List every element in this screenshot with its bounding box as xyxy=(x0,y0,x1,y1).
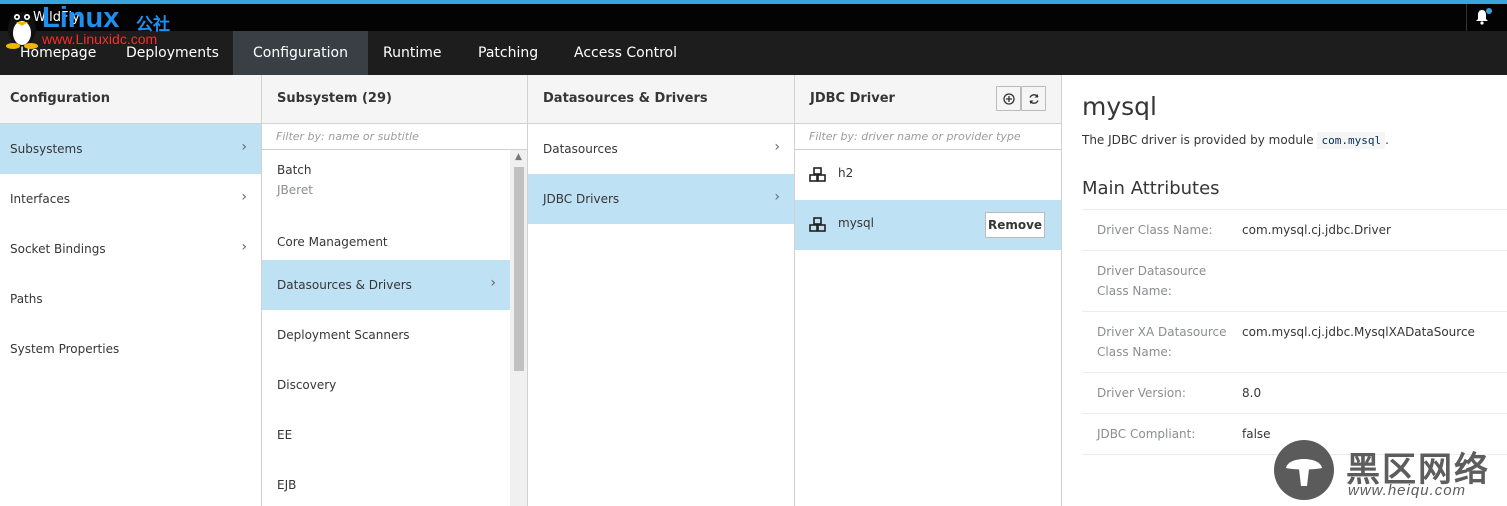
col2-item-discovery[interactable]: Discovery xyxy=(262,360,510,410)
col1-item-socket-bindings[interactable]: Socket Bindings › xyxy=(0,224,261,274)
tab-access-control[interactable]: Access Control xyxy=(554,31,697,75)
col4-item-h2[interactable]: h2 xyxy=(795,150,1061,200)
attribute-key: Driver Datasource Class Name: xyxy=(1097,264,1207,298)
attribute-key: Driver Class Name: xyxy=(1097,223,1213,237)
column-header: JDBC Driver xyxy=(795,75,1061,124)
details-title: mysql xyxy=(1082,92,1157,121)
col3-item-datasources[interactable]: Datasources › xyxy=(528,124,794,174)
col4-item-mysql[interactable]: mysql Remove xyxy=(795,200,1061,250)
description-suffix: . xyxy=(1385,133,1389,147)
item-label: Subsystems xyxy=(10,142,83,156)
refresh-button[interactable] xyxy=(1021,86,1046,111)
item-label: JDBC Drivers xyxy=(543,192,620,206)
attribute-value: com.mysql.cj.jdbc.MysqlXADataSource xyxy=(1242,325,1475,339)
attribute-value: com.mysql.cj.jdbc.Driver xyxy=(1242,223,1391,237)
attribute-row: Driver Class Name: com.mysql.cj.jdbc.Dri… xyxy=(1082,209,1507,250)
item-label: EJB xyxy=(277,478,297,492)
cubes-icon xyxy=(809,167,826,182)
tab-runtime[interactable]: Runtime xyxy=(363,31,461,75)
col3-item-jdbc-drivers[interactable]: JDBC Drivers › xyxy=(528,174,794,224)
col2-item-deployment-scanners[interactable]: Deployment Scanners xyxy=(262,310,510,360)
remove-button[interactable]: Remove xyxy=(985,212,1045,238)
item-label: Discovery xyxy=(277,378,337,392)
item-subtitle: JBeret xyxy=(277,183,313,197)
column-header: Datasources & Drivers xyxy=(528,75,794,124)
subsystem-filter-input[interactable]: Filter by: name or subtitle xyxy=(262,124,527,150)
tab-configuration[interactable]: Configuration xyxy=(233,31,368,75)
scrollbar-thumb[interactable] xyxy=(514,167,524,371)
item-label: Interfaces xyxy=(10,192,70,206)
notification-button[interactable] xyxy=(1466,4,1496,31)
heiqu-watermark: 黑区网络 www.heiqu.com xyxy=(1272,440,1502,502)
chevron-right-icon: › xyxy=(774,139,780,155)
linuxidc-logo: Linux 公社 www.Linuxidc.com xyxy=(2,2,202,49)
jdbc-driver-column: JDBC Driver Filter by: driver name or pr… xyxy=(795,75,1062,506)
penguin-icon xyxy=(6,12,38,49)
item-label: EE xyxy=(277,428,293,442)
chevron-right-icon: › xyxy=(241,239,247,255)
mushroom-logo-icon xyxy=(1274,440,1334,500)
item-label: mysql xyxy=(838,216,874,230)
attribute-row: Driver Version: 8.0 xyxy=(1082,372,1507,413)
col1-item-subsystems[interactable]: Subsystems › xyxy=(0,124,261,174)
col2-item-datasources-drivers[interactable]: Datasources & Drivers › xyxy=(262,260,510,310)
item-label: Datasources & Drivers xyxy=(277,278,412,292)
column-header: Subsystem (29) xyxy=(262,75,527,124)
item-label: Deployment Scanners xyxy=(277,328,410,342)
watermark-url: www.heiqu.com xyxy=(1348,482,1467,499)
configuration-column: Configuration Subsystems › Interfaces › … xyxy=(0,75,262,506)
brand-bar: WildFly xyxy=(0,4,1507,31)
main-nav: Homepage Deployments Configuration Runti… xyxy=(0,31,1507,75)
col1-item-interfaces[interactable]: Interfaces › xyxy=(0,174,261,224)
description-text: The JDBC driver is provided by module xyxy=(1082,133,1314,147)
notification-dot xyxy=(1486,8,1492,14)
cubes-icon xyxy=(809,217,826,232)
scroll-up-arrow-icon[interactable]: ▲ xyxy=(515,152,522,162)
tab-patching[interactable]: Patching xyxy=(458,31,558,75)
driver-filter-input[interactable]: Filter by: driver name or provider type xyxy=(795,124,1061,150)
col1-item-system-properties[interactable]: System Properties xyxy=(0,324,261,374)
add-driver-button[interactable] xyxy=(996,86,1021,111)
item-label: Socket Bindings xyxy=(10,242,106,256)
chevron-right-icon: › xyxy=(774,189,780,205)
column-title: JDBC Driver xyxy=(810,91,895,106)
col2-item-ejb[interactable]: EJB xyxy=(262,460,510,506)
attribute-key: JDBC Compliant: xyxy=(1097,427,1196,441)
attribute-key: Driver XA Datasource Class Name: xyxy=(1097,325,1227,359)
plus-circle-icon xyxy=(1003,93,1015,105)
item-label: Batch xyxy=(277,163,312,177)
chevron-right-icon: › xyxy=(241,189,247,205)
main-attributes-heading: Main Attributes xyxy=(1082,178,1220,199)
column-header: Configuration xyxy=(0,75,261,124)
item-label: System Properties xyxy=(10,342,120,356)
item-label: Core Management xyxy=(277,235,388,249)
attribute-row: Driver Datasource Class Name: xyxy=(1082,250,1507,311)
refresh-icon xyxy=(1029,94,1039,104)
col2-item-ee[interactable]: EE xyxy=(262,410,510,460)
attribute-row: Driver XA Datasource Class Name: com.mys… xyxy=(1082,311,1507,372)
col2-item-core-management[interactable]: Core Management xyxy=(262,201,510,251)
details-description: The JDBC driver is provided by module co… xyxy=(1082,132,1389,149)
item-label: Paths xyxy=(10,292,43,306)
module-code: com.mysql xyxy=(1317,132,1386,149)
chevron-right-icon: › xyxy=(490,275,496,291)
attribute-value: false xyxy=(1242,427,1271,441)
col2-item-batch[interactable]: Batch JBeret xyxy=(262,151,510,201)
attribute-value: 8.0 xyxy=(1242,386,1262,400)
chevron-right-icon: › xyxy=(241,139,247,155)
subsystem-column: Subsystem (29) Filter by: name or subtit… xyxy=(262,75,528,506)
subsystem-scrollbar[interactable]: ▲ xyxy=(510,150,527,506)
logo-url: www.Linuxidc.com xyxy=(42,31,158,47)
item-label: h2 xyxy=(838,166,854,180)
item-label: Datasources xyxy=(543,142,618,156)
datasources-drivers-column: Datasources & Drivers Datasources › JDBC… xyxy=(528,75,795,506)
attribute-key: Driver Version: xyxy=(1097,386,1186,400)
col1-item-paths[interactable]: Paths xyxy=(0,274,261,324)
